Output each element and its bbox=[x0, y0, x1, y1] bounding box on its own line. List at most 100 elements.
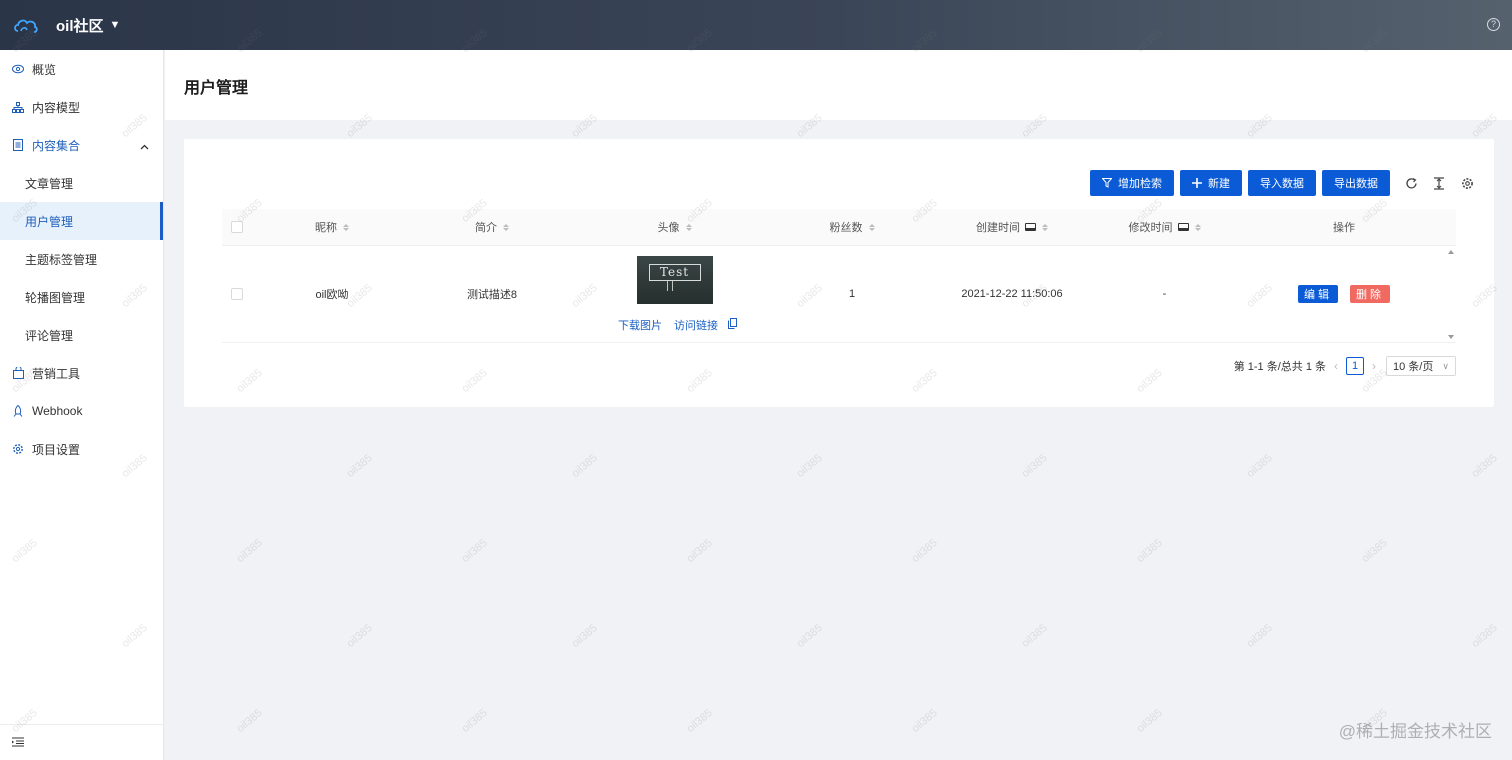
table-scrollbar[interactable] bbox=[1446, 246, 1456, 343]
filter-icon bbox=[1102, 178, 1112, 188]
cloud-logo-icon[interactable] bbox=[12, 11, 40, 39]
import-data-button[interactable]: 导入数据 bbox=[1248, 170, 1316, 196]
column-header-avatar[interactable]: 头像 bbox=[572, 219, 777, 235]
watermark-text: oil385 bbox=[1469, 451, 1500, 481]
footer-credit: @稀土掘金技术社区 bbox=[1338, 722, 1492, 741]
watermark-text: oil385 bbox=[1134, 536, 1165, 566]
watermark-text: oil385 bbox=[344, 451, 375, 481]
column-header-modified[interactable]: 修改时间 bbox=[1097, 219, 1232, 235]
watermark-text: oil385 bbox=[909, 706, 940, 736]
sidebar-item-content-model[interactable]: 内容模型 bbox=[0, 88, 163, 126]
settings-gear-icon[interactable] bbox=[1460, 176, 1474, 190]
delete-button[interactable]: 删除 bbox=[1350, 285, 1390, 303]
cell-intro: 测试描述8 bbox=[466, 289, 518, 301]
column-label: 粉丝数 bbox=[829, 222, 863, 234]
edit-button[interactable]: 编辑 bbox=[1298, 285, 1338, 303]
avatar-sign-text: Test bbox=[648, 263, 701, 281]
column-header-intro[interactable]: 简介 bbox=[412, 219, 572, 235]
eye-icon bbox=[12, 63, 24, 75]
select-all-checkbox[interactable] bbox=[231, 221, 243, 233]
sidebar-collapse-toggle[interactable] bbox=[0, 724, 164, 760]
sidebar-item-label: 营销工具 bbox=[32, 366, 81, 381]
export-data-button[interactable]: 导出数据 bbox=[1322, 170, 1390, 196]
watermark-text: oil385 bbox=[234, 536, 265, 566]
cell-modified: - bbox=[1162, 288, 1167, 300]
page-number[interactable]: 1 bbox=[1346, 357, 1364, 375]
project-switcher[interactable]: oil社区 bbox=[56, 15, 104, 36]
refresh-icon[interactable] bbox=[1404, 176, 1418, 190]
sidebar-subitem-carousel[interactable]: 轮播图管理 bbox=[0, 278, 163, 316]
table-header: 昵称 简介 头像 粉丝数 创建时间 修改时间 操作 bbox=[222, 209, 1456, 246]
column-header-created[interactable]: 创建时间 bbox=[927, 219, 1097, 235]
caret-down-icon[interactable]: ▼ bbox=[110, 19, 121, 31]
sidebar-item-marketing[interactable]: 营销工具 bbox=[0, 354, 163, 392]
column-header-actions: 操作 bbox=[1333, 222, 1355, 234]
cell-avatar: Test 下载图片 访问链接 bbox=[572, 255, 777, 333]
watermark-text: oil385 bbox=[684, 536, 715, 566]
download-image-link[interactable]: 下载图片 bbox=[618, 317, 662, 333]
page-size-select[interactable]: 10 条/页 ∨ bbox=[1386, 356, 1456, 376]
add-search-button[interactable]: 增加检索 bbox=[1090, 170, 1174, 196]
sidebar-subitem-tags[interactable]: 主题标签管理 bbox=[0, 240, 163, 278]
sort-icon[interactable] bbox=[1042, 223, 1048, 231]
sort-icon[interactable] bbox=[1194, 223, 1201, 231]
watermark-text: oil385 bbox=[684, 706, 715, 736]
column-label: 昵称 bbox=[315, 222, 337, 234]
watermark-text: oil385 bbox=[1244, 451, 1275, 481]
laptop-icon bbox=[1025, 223, 1036, 231]
column-label: 简介 bbox=[475, 222, 497, 234]
column-header-fans[interactable]: 粉丝数 bbox=[777, 219, 927, 235]
rocket-icon bbox=[12, 405, 24, 417]
table-row: oil欧呦 测试描述8 Test 下载图片 访问链接 1 2021-12-22 … bbox=[222, 246, 1456, 343]
add-search-label: 增加检索 bbox=[1118, 178, 1162, 190]
chevron-up-icon[interactable] bbox=[140, 139, 149, 153]
sidebar-item-label: Webhook bbox=[32, 404, 83, 418]
prev-page-icon[interactable]: ‹ bbox=[1334, 359, 1338, 373]
new-label: 新建 bbox=[1208, 178, 1230, 190]
watermark-text: oil385 bbox=[569, 451, 600, 481]
sidebar-subitem-articles[interactable]: 文章管理 bbox=[0, 164, 163, 202]
watermark-text: oil385 bbox=[234, 706, 265, 736]
plus-icon bbox=[1192, 178, 1202, 188]
pagination: 第 1-1 条/总共 1 条 ‹ 1 › 10 条/页 ∨ bbox=[1234, 356, 1456, 376]
sidebar-item-label: 内容模型 bbox=[32, 100, 81, 115]
new-button[interactable]: 新建 bbox=[1180, 170, 1242, 196]
sort-icon[interactable] bbox=[685, 223, 692, 231]
document-icon bbox=[12, 139, 24, 151]
sidebar-item-label: 项目设置 bbox=[32, 442, 81, 457]
watermark-text: oil385 bbox=[1019, 621, 1050, 651]
watermark-text: oil385 bbox=[459, 536, 490, 566]
sidebar-item-label: 内容集合 bbox=[32, 138, 81, 153]
sort-icon[interactable] bbox=[868, 223, 875, 231]
menu-fold-icon[interactable] bbox=[12, 736, 24, 750]
watermark-text: oil385 bbox=[794, 621, 825, 651]
sort-icon[interactable] bbox=[503, 223, 509, 231]
column-height-icon[interactable] bbox=[1432, 176, 1446, 190]
visit-link[interactable]: 访问链接 bbox=[674, 317, 718, 333]
help-icon[interactable]: ? bbox=[1487, 18, 1500, 31]
page-title: 用户管理 bbox=[184, 80, 249, 97]
chevron-down-icon: ∨ bbox=[1442, 360, 1449, 371]
laptop-icon bbox=[1177, 223, 1189, 231]
avatar-sign-post bbox=[666, 280, 673, 291]
copy-icon[interactable] bbox=[728, 317, 737, 332]
sort-icon[interactable] bbox=[343, 223, 349, 231]
page-header: 用户管理 bbox=[165, 50, 1512, 120]
watermark-text: oil385 bbox=[909, 536, 940, 566]
sidebar-subitem-users[interactable]: 用户管理 bbox=[0, 202, 163, 240]
sidebar-item-project-settings[interactable]: 项目设置 bbox=[0, 430, 163, 468]
next-page-icon[interactable]: › bbox=[1372, 359, 1376, 373]
column-header-nickname[interactable]: 昵称 bbox=[252, 219, 412, 235]
gear-icon bbox=[12, 443, 24, 455]
sidebar-item-overview[interactable]: 概览 bbox=[0, 50, 163, 88]
cell-fans: 1 bbox=[848, 288, 856, 300]
sidebar-subitem-comments[interactable]: 评论管理 bbox=[0, 316, 163, 354]
row-checkbox[interactable] bbox=[231, 288, 243, 300]
watermark-text: oil385 bbox=[569, 621, 600, 651]
watermark-text: oil385 bbox=[1134, 706, 1165, 736]
avatar-image[interactable]: Test bbox=[636, 255, 713, 304]
sidebar-item-content-collection[interactable]: 内容集合 bbox=[0, 126, 163, 164]
cell-created: 2021-12-22 11:50:06 bbox=[961, 288, 1063, 300]
sidebar-item-webhook[interactable]: Webhook bbox=[0, 392, 163, 430]
watermark-text: oil385 bbox=[1019, 451, 1050, 481]
